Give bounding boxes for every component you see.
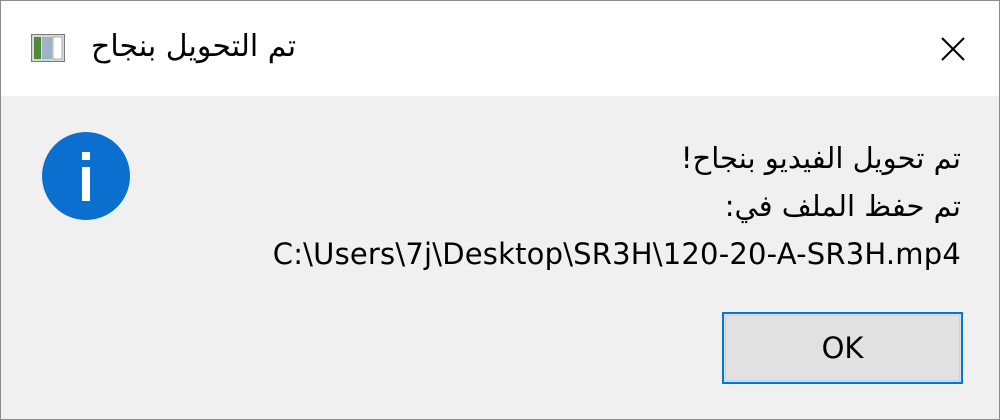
close-icon (941, 36, 965, 61)
message-dialog: تم التحويل بنجاح تم تحويل الفيديو بنجاح!… (0, 0, 1000, 420)
app-window-icon (31, 34, 65, 62)
ok-button[interactable]: OK (722, 312, 963, 384)
window-title: تم التحويل بنجاح (91, 29, 297, 64)
dialog-message: تم تحويل الفيديو بنجاح! تم حفظ الملف في:… (161, 134, 961, 278)
message-line-success: تم تحويل الفيديو بنجاح! (680, 141, 961, 175)
file-path: C:\Users\7j\Desktop\SR3H\120-20-A-SR3H.m… (272, 237, 961, 271)
info-icon (42, 132, 130, 220)
message-line-saved: تم حفظ الملف في: (724, 189, 961, 223)
title-bar[interactable]: تم التحويل بنجاح (1, 1, 999, 96)
close-button[interactable] (907, 1, 999, 96)
